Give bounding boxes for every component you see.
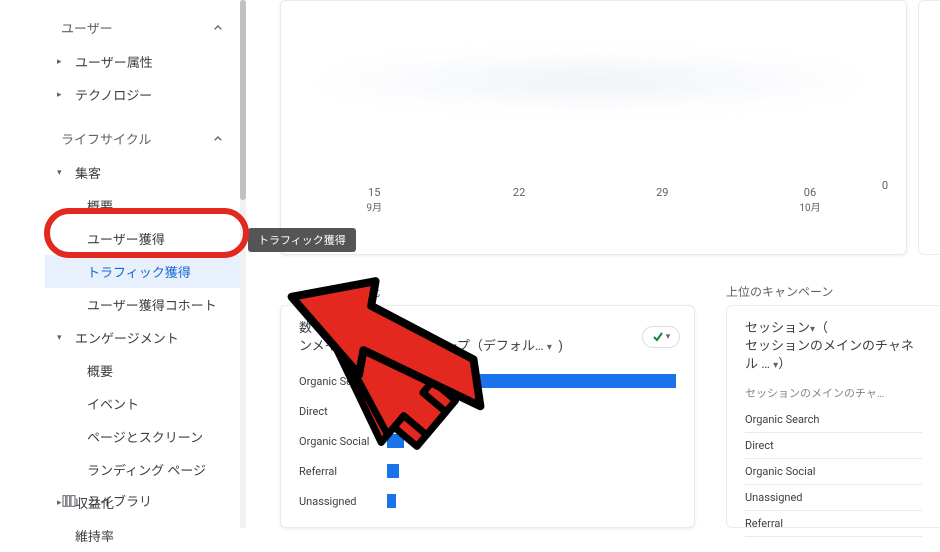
nav-library[interactable]: ライブラリ: [61, 483, 152, 518]
list-item[interactable]: Unassigned: [745, 485, 922, 511]
list-item[interactable]: Direct: [745, 433, 922, 459]
nav-label: エンゲージメント: [75, 328, 179, 347]
bar-fill: [387, 374, 676, 388]
panel-title-top-campaigns: 上位のキャンペーン: [726, 283, 833, 300]
y-axis-zero: 0: [882, 179, 888, 192]
bar-fill: [387, 494, 396, 508]
panel-title-referrers: ーの参照元: [320, 283, 380, 300]
adjacent-card-sliver: [918, 0, 940, 255]
bar-row: Referral: [299, 456, 676, 486]
list-item[interactable]: Organic Social: [745, 459, 922, 485]
dropdown-icon: ▾: [810, 324, 815, 335]
bar-fill: [387, 404, 413, 418]
bar-track: [387, 374, 676, 388]
nav-label: テクノロジー: [75, 85, 152, 104]
check-icon: [652, 331, 664, 343]
chart-blurred-region: [301, 51, 881, 111]
caret-down-icon: ▾: [57, 333, 62, 343]
status-check-badge[interactable]: ▾: [642, 326, 680, 348]
nav-engagement[interactable]: ▾ エンゲージメント: [45, 321, 244, 354]
list-item[interactable]: Referral: [745, 511, 922, 537]
channel-list: Organic SearchDirectOrganic SocialUnassi…: [745, 407, 922, 537]
list-item[interactable]: Organic Search: [745, 407, 922, 433]
bar-row: Organic Social: [299, 426, 676, 456]
section-label: ライフサイクル: [61, 129, 151, 148]
nav-user-acquisition[interactable]: ユーザー獲得: [45, 222, 244, 255]
section-label: ユーザー: [61, 18, 113, 37]
nav-events[interactable]: イベント: [45, 387, 244, 420]
nav-landing-pages[interactable]: ランディング ページ: [45, 453, 244, 486]
bar-label: Direct: [299, 405, 377, 418]
library-label: ライブラリ: [87, 491, 152, 510]
bar-label: Referral: [299, 465, 377, 478]
x-tick: 29: [656, 186, 668, 214]
nav-retention[interactable]: 維持率: [45, 519, 244, 552]
chevron-up-icon: [210, 131, 226, 147]
bar-row: Unassigned: [299, 486, 676, 516]
dimension-label: ンメインのチャネル グループ（デフォル…: [299, 339, 544, 354]
x-tick: 0610月: [799, 186, 820, 214]
bar-label: Unassigned: [299, 495, 377, 508]
bar-track: [387, 404, 676, 418]
metric-label: セッション: [745, 321, 810, 336]
x-axis: 159月 22 29 0610月: [301, 186, 886, 214]
nav-user-attributes[interactable]: ▸ ユーザー属性: [45, 45, 244, 78]
nav-acquisition[interactable]: ▾ 集客: [45, 156, 244, 189]
bar-chart: Organic Search Direct Organic Social Referr…: [299, 366, 676, 516]
sidebar-section-user[interactable]: ユーザー: [45, 10, 244, 45]
nav-label: ユーザー属性: [75, 52, 153, 71]
sidebar-section-lifecycle[interactable]: ライフサイクル: [45, 121, 244, 156]
nav-acquisition-overview[interactable]: 概要: [45, 189, 244, 222]
bar-track: [387, 494, 676, 508]
metric-label: 数（: [299, 321, 325, 336]
x-tick: 22: [513, 186, 525, 214]
bar-row: Direct: [299, 396, 676, 426]
nav-traffic-acquisition[interactable]: トラフィック獲得: [45, 255, 244, 288]
chevron-down-icon: ▾: [666, 332, 671, 342]
bar-track: [387, 464, 676, 478]
dimension-label: セッションのメインのチャネル …: [745, 339, 914, 372]
nav-pages-screens[interactable]: ページとスクリーン: [45, 420, 244, 453]
nav-label: 維持率: [75, 526, 114, 545]
nav-user-acquisition-cohort[interactable]: ユーザー獲得コホート: [45, 288, 244, 321]
sidebar-scrollbar[interactable]: [240, 0, 246, 528]
library-icon: [61, 493, 77, 509]
time-series-chart: [301, 21, 881, 181]
dropdown-icon: ▾: [773, 360, 778, 371]
main-content: 159月 22 29 0610月 0 トラフィック獲得 ーの参照元 上位のキャン…: [280, 0, 940, 528]
caret-right-icon: ▸: [57, 90, 62, 100]
nav-label: 集客: [75, 163, 101, 182]
dropdown-icon: ▾: [547, 342, 552, 353]
scrollbar-thumb[interactable]: [240, 0, 246, 200]
sub-metric-label: セッションのメインのチャ…: [745, 385, 922, 401]
campaign-list-card: セッション▾（ セッションのメインのチャネル … ▾） セッションのメインのチャ…: [726, 305, 940, 528]
bar-fill: [387, 434, 404, 448]
bar-label: Organic Search: [299, 375, 377, 388]
tooltip-traffic-acquisition: トラフィック獲得: [248, 228, 356, 252]
caret-right-icon: ▸: [57, 57, 62, 67]
chevron-up-icon: [210, 20, 226, 36]
bar-fill: [387, 464, 399, 478]
bar-label: Organic Social: [299, 435, 377, 448]
metric-header[interactable]: セッション▾（ セッションのメインのチャネル … ▾）: [745, 320, 922, 375]
sidebar: ユーザー ▸ ユーザー属性 ▸ テクノロジー ライフサイクル ▾ 集客 概要 ユ…: [45, 0, 245, 528]
x-tick: 159月: [366, 186, 382, 214]
bar-row: Organic Search: [299, 366, 676, 396]
time-series-card: 159月 22 29 0610月 0: [280, 0, 907, 255]
metric-header[interactable]: 数（ ンメインのチャネル グループ（デフォル… ▾ ): [299, 320, 676, 356]
nav-technology[interactable]: ▸ テクノロジー: [45, 78, 244, 111]
bar-track: [387, 434, 676, 448]
channel-group-bar-card: 数（ ンメインのチャネル グループ（デフォル… ▾ ) ▾ Organic Se…: [280, 305, 695, 528]
caret-down-icon: ▾: [57, 168, 62, 178]
nav-engagement-overview[interactable]: 概要: [45, 354, 244, 387]
